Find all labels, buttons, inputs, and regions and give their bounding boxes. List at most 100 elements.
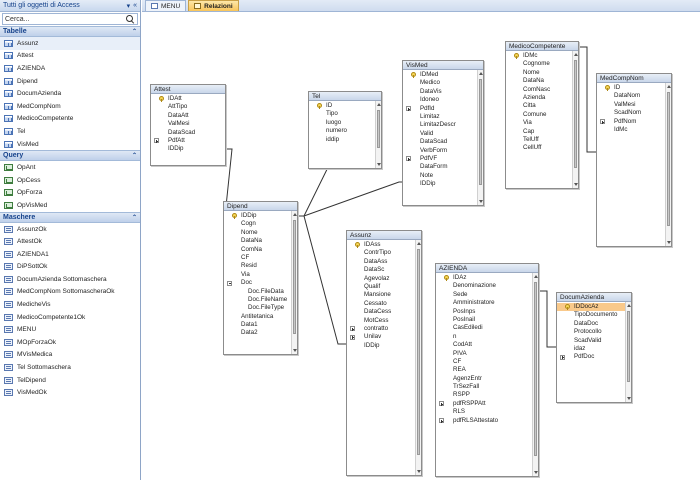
field-row[interactable]: DataScad: [403, 138, 483, 146]
nav-item-assunz[interactable]: Assunz: [0, 37, 140, 50]
scroll-up-icon[interactable]: [417, 242, 421, 245]
group-header-maschere[interactable]: Maschere ⌃: [0, 211, 140, 223]
table-title[interactable]: MedCompNom: [597, 74, 671, 83]
nav-item-opvismed[interactable]: OpVisMed: [0, 199, 140, 212]
expand-icon[interactable]: [600, 119, 605, 125]
table-documaz[interactable]: DocumAzienda IDDocAz TipoDocumento DataDoc P…: [556, 292, 632, 403]
table-title[interactable]: MedicoCompetente: [506, 42, 578, 51]
table-title[interactable]: Dipend: [224, 202, 297, 211]
field-row[interactable]: DataCess: [347, 308, 421, 316]
field-row[interactable]: IDMc: [506, 52, 578, 60]
scroll-up-icon[interactable]: [293, 213, 297, 216]
table-vismed[interactable]: VisMed IDMed Medico DataVis Idoneo PdfId Limit…: [402, 60, 484, 206]
field-row[interactable]: DataAtt: [151, 112, 225, 120]
field-row[interactable]: ValMesi: [597, 101, 671, 109]
tab-menu[interactable]: MENU: [145, 0, 187, 11]
nav-item-azienda[interactable]: AZIENDA: [0, 62, 140, 75]
table-title[interactable]: DocumAzienda: [557, 293, 631, 302]
table-attest[interactable]: Attest IDAtt AttTipo DataAtt ValMesi DataScad…: [150, 84, 226, 166]
table-title[interactable]: VisMed: [403, 61, 483, 70]
scroll-thumb[interactable]: [667, 92, 670, 226]
nav-item-documazienda-sottomaschera[interactable]: DocumAzienda Sottomaschera: [0, 273, 140, 286]
field-row[interactable]: Mansione: [347, 291, 421, 299]
field-row[interactable]: ContrTipo: [347, 249, 421, 257]
field-row[interactable]: ScadValid: [557, 337, 631, 345]
field-row[interactable]: idaz: [557, 345, 631, 353]
nav-menu-chevron-icon[interactable]: ▾: [127, 2, 131, 10]
field-row[interactable]: CasEdiledi: [436, 324, 538, 332]
nav-item-vismed[interactable]: VisMed: [0, 138, 140, 151]
nav-item-tel[interactable]: Tel: [0, 125, 140, 138]
field-row[interactable]: CF: [436, 358, 538, 366]
vertical-scrollbar[interactable]: [572, 51, 578, 188]
field-row[interactable]: REA: [436, 366, 538, 374]
field-row[interactable]: Cap: [506, 128, 578, 136]
field-row[interactable]: PdfDoc: [557, 353, 631, 361]
collapse-icon[interactable]: [227, 280, 232, 286]
expand-icon[interactable]: [439, 401, 444, 407]
nav-item-dipend[interactable]: Dipend: [0, 75, 140, 88]
field-row[interactable]: Via: [224, 271, 297, 279]
vertical-scrollbar[interactable]: [665, 83, 671, 246]
field-row[interactable]: DataNa: [224, 237, 297, 245]
field-row[interactable]: CodAtt: [436, 341, 538, 349]
nav-item-medcompnom-sottomascheraok[interactable]: MedCompNom SottomascheraOk: [0, 286, 140, 299]
field-row[interactable]: PosInps: [436, 308, 538, 316]
nav-pane-header[interactable]: Tutti gli oggetti di Access ▾ «: [0, 0, 140, 12]
field-row[interactable]: Doc.FileData: [224, 288, 297, 296]
field-row[interactable]: IDDip: [403, 180, 483, 188]
search-input[interactable]: [5, 15, 115, 23]
field-row[interactable]: Cognome: [506, 60, 578, 68]
nav-item-opforza[interactable]: OpForza: [0, 187, 140, 200]
field-row[interactable]: RSPP: [436, 391, 538, 399]
field-row[interactable]: Unilav: [347, 333, 421, 341]
group-header-query[interactable]: Query ⌃: [0, 150, 140, 162]
field-row[interactable]: IDAss: [347, 241, 421, 249]
vertical-scrollbar[interactable]: [375, 101, 381, 168]
collapse-pane-icon[interactable]: «: [133, 2, 137, 10]
scroll-down-icon[interactable]: [534, 471, 538, 474]
field-row[interactable]: ValMesi: [151, 120, 225, 128]
scroll-up-icon[interactable]: [534, 275, 538, 278]
expand-icon[interactable]: [560, 354, 565, 360]
field-row[interactable]: Sede: [436, 291, 538, 299]
field-row[interactable]: PdfNom: [597, 118, 671, 126]
scroll-thumb[interactable]: [627, 311, 630, 382]
nav-item-dipsottok[interactable]: DiPSottOk: [0, 261, 140, 274]
scroll-up-icon[interactable]: [627, 304, 631, 307]
field-row[interactable]: TipoDocumento: [557, 311, 631, 319]
field-row[interactable]: Comune: [506, 111, 578, 119]
expand-icon[interactable]: [154, 138, 159, 144]
field-row[interactable]: Nome: [224, 229, 297, 237]
field-row[interactable]: TrSezFall: [436, 383, 538, 391]
field-row[interactable]: CellUff: [506, 144, 578, 152]
scroll-down-icon[interactable]: [293, 349, 297, 352]
field-row[interactable]: Data2: [224, 329, 297, 337]
field-row[interactable]: Note: [403, 172, 483, 180]
vertical-scrollbar[interactable]: [625, 302, 631, 402]
field-row[interactable]: DataVis: [403, 88, 483, 96]
scroll-down-icon[interactable]: [377, 163, 381, 166]
vertical-scrollbar[interactable]: [532, 273, 538, 476]
field-row[interactable]: Nome: [506, 69, 578, 77]
field-row[interactable]: Via: [506, 119, 578, 127]
table-title[interactable]: Assunz: [347, 231, 421, 240]
field-row[interactable]: Citta: [506, 102, 578, 110]
field-row[interactable]: Agevolaz: [347, 275, 421, 283]
vertical-scrollbar[interactable]: [291, 211, 297, 354]
field-row[interactable]: AttTipo: [151, 103, 225, 111]
group-header-tabelle[interactable]: Tabelle ⌃: [0, 26, 140, 37]
field-row[interactable]: LimitazDescr: [403, 121, 483, 129]
relationship-line[interactable]: [298, 181, 402, 217]
relationship-line[interactable]: [298, 215, 346, 345]
field-row[interactable]: PdfVF: [403, 155, 483, 163]
table-title[interactable]: AZIENDA: [436, 264, 538, 273]
field-row[interactable]: DataSc: [347, 266, 421, 274]
table-title[interactable]: Attest: [151, 85, 225, 94]
nav-item-medcompnom[interactable]: MedCompNom: [0, 100, 140, 113]
nav-item-azienda1[interactable]: AZIENDA1: [0, 248, 140, 261]
field-row[interactable]: IDDip: [347, 342, 421, 350]
table-tel[interactable]: Tel ID Tipo luogo numero iddip: [308, 91, 382, 169]
field-row[interactable]: IDAtt: [151, 95, 225, 103]
nav-item-mopforzaok[interactable]: MOpForzaOk: [0, 336, 140, 349]
